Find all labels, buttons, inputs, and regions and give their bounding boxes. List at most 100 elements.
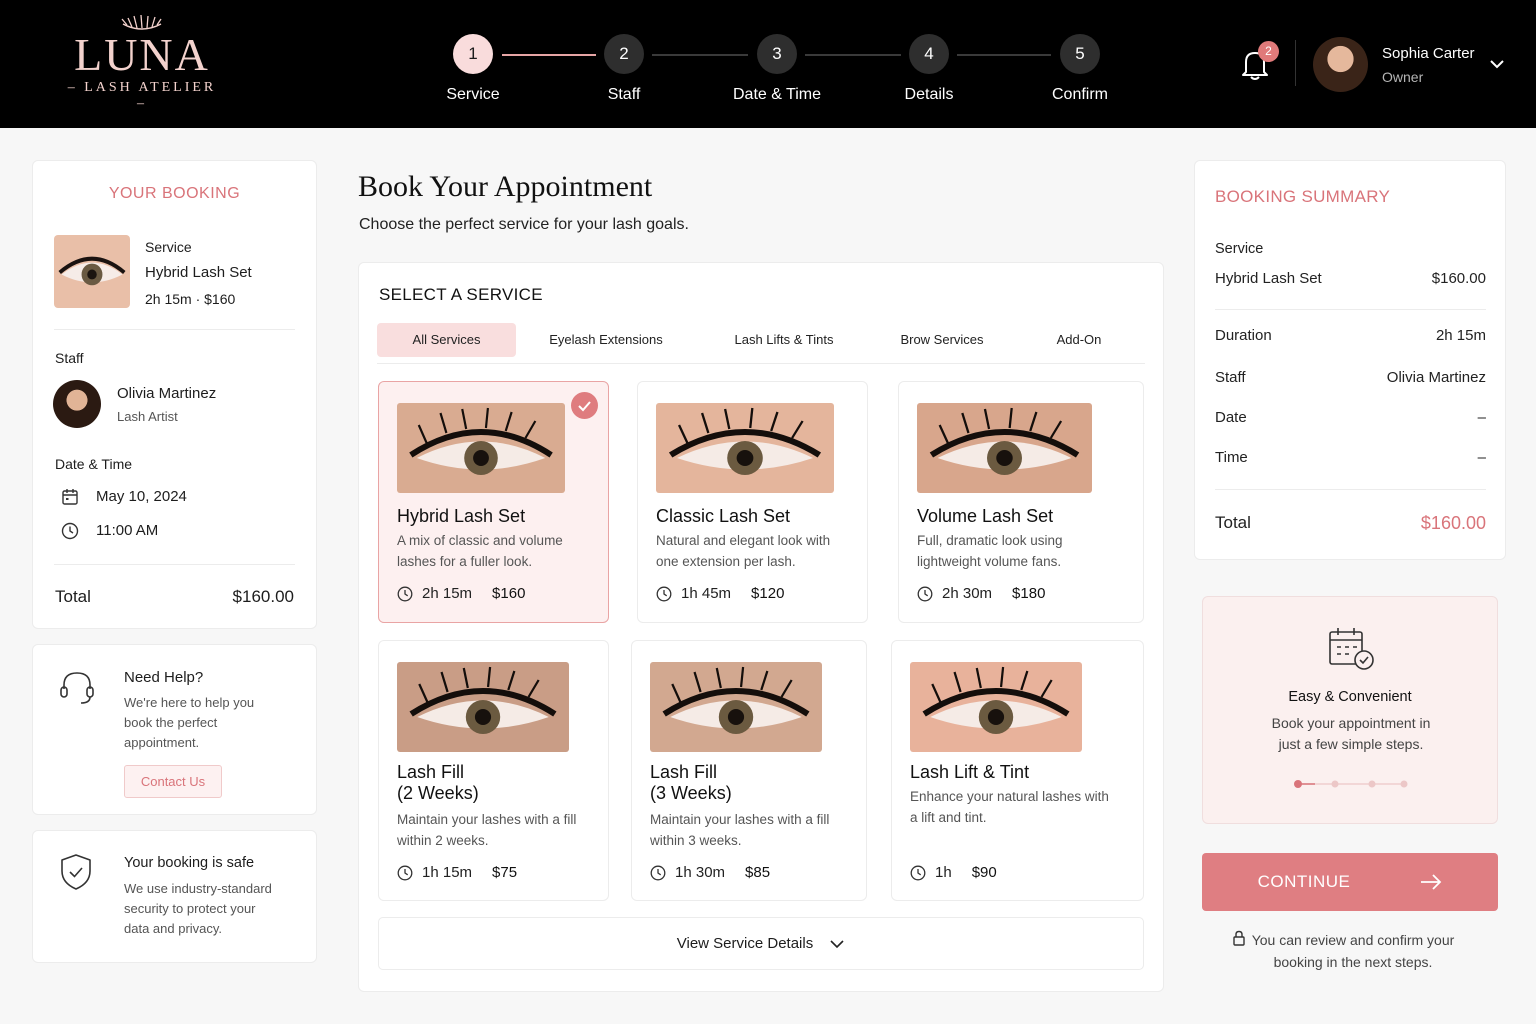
service-price: $85 <box>745 864 771 881</box>
service-card[interactable]: Classic Lash Set Natural and elegant look… <box>637 381 868 623</box>
service-description: Enhance your natural lashes with a lift … <box>910 789 1109 825</box>
booking-total-label: Total <box>55 587 91 606</box>
service-duration: 1h <box>935 864 952 881</box>
service-duration: 1h 15m <box>422 864 473 881</box>
service-duration: 1h 45m <box>681 585 732 602</box>
service-description: Natural and elegant look with one extens… <box>656 533 831 569</box>
arrow-right-icon <box>1421 874 1442 890</box>
tab-all-services[interactable]: All Services <box>377 323 516 357</box>
your-booking-title: YOUR BOOKING <box>108 185 241 202</box>
summary-service-row: Hybrid Lash Set $160.00 <box>1215 270 1486 287</box>
step-number: 3 <box>757 34 797 74</box>
summary-service-name: Hybrid Lash Set <box>1215 270 1322 287</box>
carousel-dots[interactable] <box>1293 779 1409 789</box>
lock-icon <box>1233 930 1245 946</box>
service-price: $120 <box>751 585 785 602</box>
service-name: Lash Fill (3 Weeks) <box>650 762 732 803</box>
booking-total-value: $160.00 <box>232 587 294 606</box>
service-name: Lash Fill (2 Weeks) <box>397 762 479 803</box>
summary-service-price: $160.00 <box>1431 270 1486 287</box>
summary-staff-value: Olivia Martinez <box>1386 369 1486 386</box>
eye-photo-icon <box>656 403 834 493</box>
staff-avatar <box>53 380 101 428</box>
booking-safe-card: Your booking is safe We use industry-sta… <box>32 830 317 963</box>
tab-lash-lifts-tints[interactable]: Lash Lifts & Tints <box>709 323 859 357</box>
summary-service-label: Service <box>1215 241 1264 257</box>
need-help-card: Need Help? We're here to help you book t… <box>32 644 317 815</box>
user-role: Owner <box>1382 69 1424 85</box>
view-service-details-button[interactable]: View Service Details <box>378 917 1144 970</box>
step-confirm[interactable]: 5 Confirm <box>1020 34 1140 104</box>
service-image <box>397 403 565 493</box>
eye-photo-icon <box>54 235 130 308</box>
chevron-down-icon[interactable] <box>1489 58 1505 70</box>
service-description: Maintain your lashes with a fill within … <box>650 812 830 848</box>
booking-service-thumbnail <box>54 235 130 308</box>
need-help-text: We're here to help you book the perfect … <box>124 695 255 750</box>
service-price: $160 <box>492 585 526 602</box>
step-label: Service <box>446 86 500 103</box>
notification-badge: 2 <box>1258 41 1279 62</box>
summary-duration-row: Duration 2h 15m <box>1215 327 1486 344</box>
service-image <box>917 403 1092 493</box>
clock-icon <box>397 865 413 880</box>
summary-total-row: Total $160.00 <box>1215 513 1486 534</box>
headset-icon <box>60 672 94 704</box>
continue-button[interactable]: CONTINUE <box>1202 853 1498 911</box>
eye-photo-icon <box>910 662 1082 752</box>
contact-us-button[interactable]: Contact Us <box>124 765 222 798</box>
step-date-time[interactable]: 3 Date & Time <box>717 34 837 104</box>
service-card[interactable]: Hybrid Lash Set A mix of classic and volu… <box>378 381 609 623</box>
service-card[interactable]: Lash Fill (2 Weeks) Maintain your lashes w… <box>378 640 609 901</box>
service-description: Full, dramatic look using lightweight vo… <box>917 533 1063 569</box>
summary-time-value: – <box>1477 449 1486 466</box>
tab-eyelash-extensions[interactable]: Eyelash Extensions <box>531 323 681 357</box>
user-avatar[interactable] <box>1313 37 1368 92</box>
step-details[interactable]: 4 Details <box>869 34 989 104</box>
summary-total-value: $160.00 <box>1420 513 1486 533</box>
brand-tagline: – LASH ATELIER – <box>67 80 217 111</box>
booking-staff-name: Olivia Martinez <box>117 385 217 402</box>
clock-icon <box>397 586 413 601</box>
need-help-title: Need Help? <box>124 669 204 686</box>
header-divider <box>1295 40 1296 86</box>
service-name: Classic Lash Set <box>656 506 791 526</box>
clock-icon <box>656 586 672 601</box>
service-image <box>650 662 822 752</box>
service-description: Maintain your lashes with a fill within … <box>397 812 577 848</box>
logo[interactable]: LUNA – LASH ATELIER – <box>60 14 224 111</box>
service-meta: 1h 15m $75 <box>397 864 517 881</box>
continue-label: CONTINUE <box>1257 872 1351 891</box>
summary-total-label: Total <box>1215 513 1251 532</box>
step-label: Details <box>904 86 954 103</box>
view-details-label: View Service Details <box>676 935 814 952</box>
step-number: 2 <box>604 34 644 74</box>
eye-photo-icon <box>397 403 565 493</box>
eye-photo-icon <box>650 662 822 752</box>
booking-datetime-label: Date & Time <box>55 456 133 472</box>
service-meta: 1h 30m $85 <box>650 864 770 881</box>
promo-text: Book your appointment in just a few simp… <box>1271 715 1431 752</box>
step-number: 5 <box>1060 34 1100 74</box>
chevron-down-icon <box>830 939 844 948</box>
service-meta: 2h 15m $160 <box>397 585 525 602</box>
booking-staff-role: Lash Artist <box>117 409 178 424</box>
service-card[interactable]: Lash Lift & Tint Enhance your natural las… <box>891 640 1144 901</box>
service-price: $75 <box>492 864 518 881</box>
service-meta: 1h 45m $120 <box>656 585 784 602</box>
calendar-icon <box>62 489 78 505</box>
step-service[interactable]: 1 Service <box>413 34 533 104</box>
tab-brow-services[interactable]: Brow Services <box>877 323 1007 357</box>
service-card[interactable]: Volume Lash Set Full, dramatic look using… <box>898 381 1144 623</box>
select-service-title: SELECT A SERVICE <box>379 285 543 304</box>
service-card[interactable]: Lash Fill (3 Weeks) Maintain your lashes w… <box>631 640 867 901</box>
booking-date: May 10, 2024 <box>96 488 187 505</box>
promo-title: Easy & Convenient <box>1288 689 1412 705</box>
calendar-check-icon <box>1329 628 1374 670</box>
booking-service-name: Hybrid Lash Set <box>145 264 252 281</box>
step-staff[interactable]: 2 Staff <box>564 34 684 104</box>
clock-icon <box>910 865 926 880</box>
service-meta: 2h 30m $180 <box>917 585 1045 602</box>
tab-add-on[interactable]: Add-On <box>1029 323 1129 357</box>
booking-time: 11:00 AM <box>96 522 159 539</box>
